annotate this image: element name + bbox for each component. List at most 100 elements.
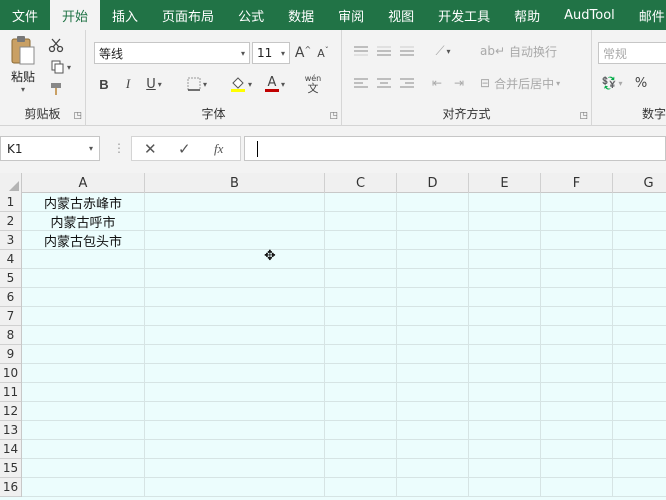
- cell[interactable]: [325, 459, 397, 478]
- column-header-c[interactable]: C: [325, 173, 397, 193]
- cell[interactable]: [469, 383, 541, 402]
- row-header[interactable]: 1: [0, 193, 21, 212]
- phonetic-guide-button[interactable]: wén 文: [298, 72, 328, 96]
- cell[interactable]: [397, 269, 469, 288]
- cell-e3[interactable]: [469, 231, 541, 250]
- cell-c3[interactable]: [325, 231, 397, 250]
- cut-button[interactable]: [46, 36, 66, 54]
- row-header[interactable]: 7: [0, 307, 21, 326]
- name-box[interactable]: K1 ▾: [0, 136, 100, 161]
- fill-color-button[interactable]: ▾: [226, 74, 256, 94]
- cell-b3[interactable]: [145, 231, 325, 250]
- dialog-launcher-icon[interactable]: ◳: [579, 111, 588, 121]
- cell[interactable]: [397, 440, 469, 459]
- tab-home[interactable]: 开始: [50, 0, 101, 30]
- cell[interactable]: [469, 269, 541, 288]
- cell[interactable]: [397, 250, 469, 269]
- merge-center-button[interactable]: ⊟ 合并后居中 ▾: [480, 74, 580, 92]
- font-size-select[interactable]: 11 ▾: [252, 42, 290, 64]
- row-header[interactable]: 12: [0, 402, 21, 421]
- grow-font-button[interactable]: A ^: [294, 43, 312, 63]
- row-header[interactable]: 6: [0, 288, 21, 307]
- orientation-button[interactable]: ⟋ ▾: [428, 42, 458, 60]
- cell-a2[interactable]: 内蒙古呼市: [22, 212, 145, 231]
- row-header[interactable]: 5: [0, 269, 21, 288]
- cell[interactable]: [22, 269, 145, 288]
- tab-review[interactable]: 审阅: [326, 0, 376, 30]
- insert-function-icon[interactable]: fx: [214, 141, 223, 157]
- cell[interactable]: [397, 402, 469, 421]
- cell[interactable]: [145, 383, 325, 402]
- worksheet-grid[interactable]: A B C D E F G 1 2 3 4 5 6 7 8 9 10 11 12…: [0, 173, 666, 500]
- column-header-f[interactable]: F: [541, 173, 613, 193]
- row-header[interactable]: 4: [0, 250, 21, 269]
- cell[interactable]: [397, 288, 469, 307]
- cell-d3[interactable]: [397, 231, 469, 250]
- tab-developer[interactable]: 开发工具: [426, 0, 502, 30]
- cell[interactable]: [325, 440, 397, 459]
- cell[interactable]: [469, 478, 541, 497]
- bold-button[interactable]: B: [94, 74, 114, 94]
- cell[interactable]: [397, 345, 469, 364]
- row-header[interactable]: 13: [0, 421, 21, 440]
- bottom-align-button[interactable]: [398, 42, 416, 60]
- cell[interactable]: [145, 440, 325, 459]
- font-color-button[interactable]: A ▾: [260, 73, 290, 95]
- row-header[interactable]: 8: [0, 326, 21, 345]
- underline-button[interactable]: U ▾: [140, 74, 168, 94]
- cell[interactable]: [469, 326, 541, 345]
- formula-input[interactable]: [244, 136, 666, 161]
- cell[interactable]: [325, 402, 397, 421]
- cell[interactable]: [145, 250, 325, 269]
- cell-d2[interactable]: [397, 212, 469, 231]
- enter-check-icon[interactable]: ✓: [178, 140, 191, 158]
- cell[interactable]: [22, 440, 145, 459]
- cell[interactable]: [469, 250, 541, 269]
- tab-data[interactable]: 数据: [276, 0, 326, 30]
- cell-b2[interactable]: [145, 212, 325, 231]
- cell[interactable]: [397, 383, 469, 402]
- cell[interactable]: [469, 421, 541, 440]
- cell[interactable]: [469, 459, 541, 478]
- tab-view[interactable]: 视图: [376, 0, 426, 30]
- select-all-button[interactable]: [0, 173, 22, 193]
- cell[interactable]: [22, 345, 145, 364]
- cell[interactable]: [541, 288, 613, 307]
- cell-f3[interactable]: [541, 231, 613, 250]
- cell[interactable]: [541, 459, 613, 478]
- tab-help[interactable]: 帮助: [502, 0, 552, 30]
- cell[interactable]: [397, 307, 469, 326]
- percent-button[interactable]: %: [632, 74, 650, 92]
- increase-indent-button[interactable]: ⇥: [450, 74, 468, 92]
- cell[interactable]: [22, 364, 145, 383]
- italic-button[interactable]: I: [118, 74, 138, 94]
- row-header[interactable]: 3: [0, 231, 21, 250]
- cell[interactable]: [325, 307, 397, 326]
- tab-formulas[interactable]: 公式: [226, 0, 276, 30]
- cell[interactable]: [325, 288, 397, 307]
- font-name-select[interactable]: 等线 ▾: [94, 42, 250, 64]
- cell[interactable]: [22, 459, 145, 478]
- cell[interactable]: [397, 421, 469, 440]
- format-painter-button[interactable]: [46, 80, 66, 98]
- cell-c2[interactable]: [325, 212, 397, 231]
- cell[interactable]: [145, 345, 325, 364]
- cell[interactable]: [469, 307, 541, 326]
- cell[interactable]: [22, 326, 145, 345]
- cell[interactable]: [325, 364, 397, 383]
- row-header[interactable]: 15: [0, 459, 21, 478]
- column-header-b[interactable]: B: [145, 173, 325, 193]
- cell[interactable]: [541, 402, 613, 421]
- cell[interactable]: [22, 421, 145, 440]
- middle-align-button[interactable]: [375, 42, 393, 60]
- paste-button[interactable]: 粘贴 ▾: [6, 34, 40, 94]
- column-header-g[interactable]: G: [613, 173, 666, 193]
- cell[interactable]: [397, 478, 469, 497]
- cancel-icon[interactable]: ✕: [144, 140, 157, 158]
- tab-page-layout[interactable]: 页面布局: [150, 0, 226, 30]
- cell[interactable]: [145, 269, 325, 288]
- cell[interactable]: [541, 440, 613, 459]
- copy-button[interactable]: ▾: [46, 58, 76, 76]
- cell[interactable]: [541, 326, 613, 345]
- cell[interactable]: [541, 421, 613, 440]
